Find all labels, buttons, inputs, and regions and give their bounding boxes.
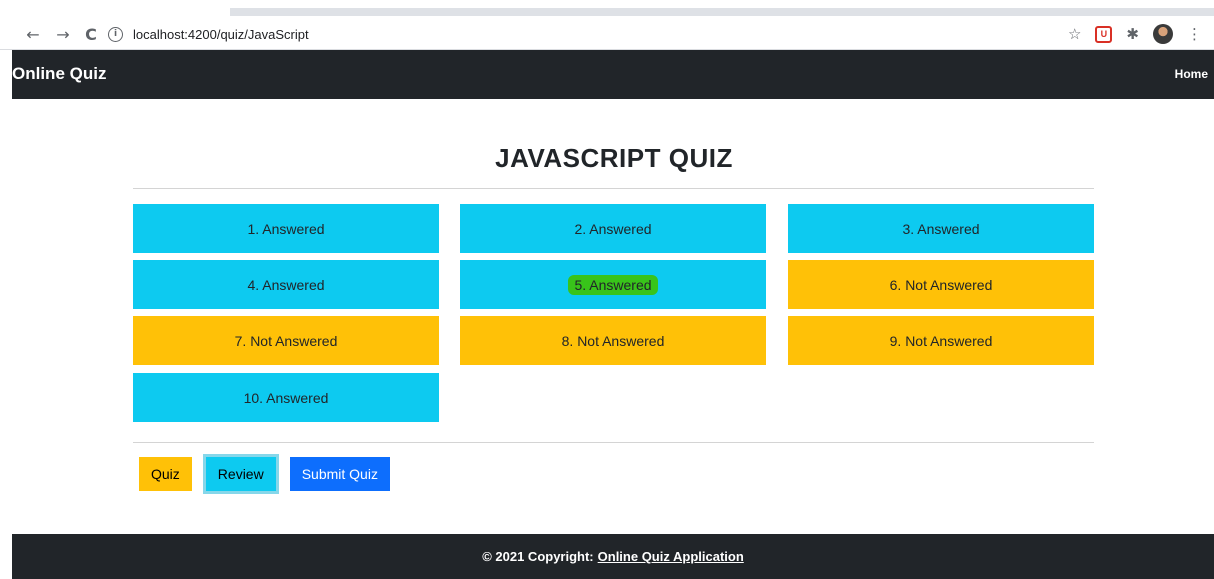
question-label: 8. Not Answered — [561, 332, 665, 349]
puzzle-icon[interactable]: ✱ — [1126, 25, 1139, 43]
question-label: 1. Answered — [247, 220, 325, 237]
reload-icon[interactable]: C — [80, 24, 102, 44]
question-tile-2[interactable]: 2. Answered — [460, 204, 766, 253]
menu-icon[interactable]: ⋮ — [1187, 25, 1202, 43]
question-tile-3[interactable]: 3. Answered — [788, 204, 1094, 253]
divider-top — [133, 188, 1094, 189]
question-tile-1[interactable]: 1. Answered — [133, 204, 439, 253]
avatar[interactable] — [1153, 24, 1173, 44]
action-buttons: Quiz Review Submit Quiz — [139, 457, 390, 491]
review-button[interactable]: Review — [205, 457, 276, 491]
url-text[interactable]: localhost:4200/quiz/JavaScript — [133, 27, 309, 42]
footer-link[interactable]: Online Quiz Application — [598, 549, 744, 564]
question-label: 4. Answered — [247, 276, 325, 293]
nav-home-link[interactable]: Home — [1175, 67, 1208, 81]
question-tile-5[interactable]: 5. Answered — [460, 260, 766, 309]
forward-icon[interactable]: → — [52, 24, 74, 44]
star-icon[interactable]: ☆ — [1068, 25, 1081, 43]
question-label: 9. Not Answered — [889, 332, 993, 349]
brand-link[interactable]: Online Quiz — [12, 64, 106, 84]
question-tile-10[interactable]: 10. Answered — [133, 373, 439, 422]
question-tile-7[interactable]: 7. Not Answered — [133, 316, 439, 365]
submit-quiz-button[interactable]: Submit Quiz — [289, 457, 390, 491]
question-label: 10. Answered — [243, 389, 329, 406]
extension-icon[interactable]: U — [1095, 25, 1113, 43]
navbar: Online Quiz Home — [12, 50, 1214, 99]
back-icon[interactable]: ← — [22, 24, 44, 44]
browser-actions: ☆ U ✱ ⋮ — [1068, 22, 1202, 46]
divider-bottom — [133, 442, 1094, 443]
page-title: JAVASCRIPT QUIZ — [495, 143, 733, 173]
tab-strip — [230, 8, 1214, 16]
quiz-button[interactable]: Quiz — [139, 457, 192, 491]
question-label: 6. Not Answered — [889, 276, 993, 293]
question-tile-6[interactable]: 6. Not Answered — [788, 260, 1094, 309]
question-label: 3. Answered — [902, 220, 980, 237]
question-label-highlighted: 5. Answered — [568, 274, 658, 295]
browser-toolbar: ← → C i localhost:4200/quiz/JavaScript ☆… — [0, 0, 1214, 50]
question-tile-4[interactable]: 4. Answered — [133, 260, 439, 309]
question-tile-9[interactable]: 9. Not Answered — [788, 316, 1094, 365]
footer-copyright: © 2021 Copyright: — [482, 549, 594, 564]
info-icon[interactable]: i — [108, 26, 123, 42]
address-bar[interactable]: i localhost:4200/quiz/JavaScript — [108, 23, 1058, 45]
question-label: 2. Answered — [574, 220, 652, 237]
question-tile-8[interactable]: 8. Not Answered — [460, 316, 766, 365]
question-label: 7. Not Answered — [234, 332, 338, 349]
footer: © 2021 Copyright: Online Quiz Applicatio… — [12, 534, 1214, 579]
